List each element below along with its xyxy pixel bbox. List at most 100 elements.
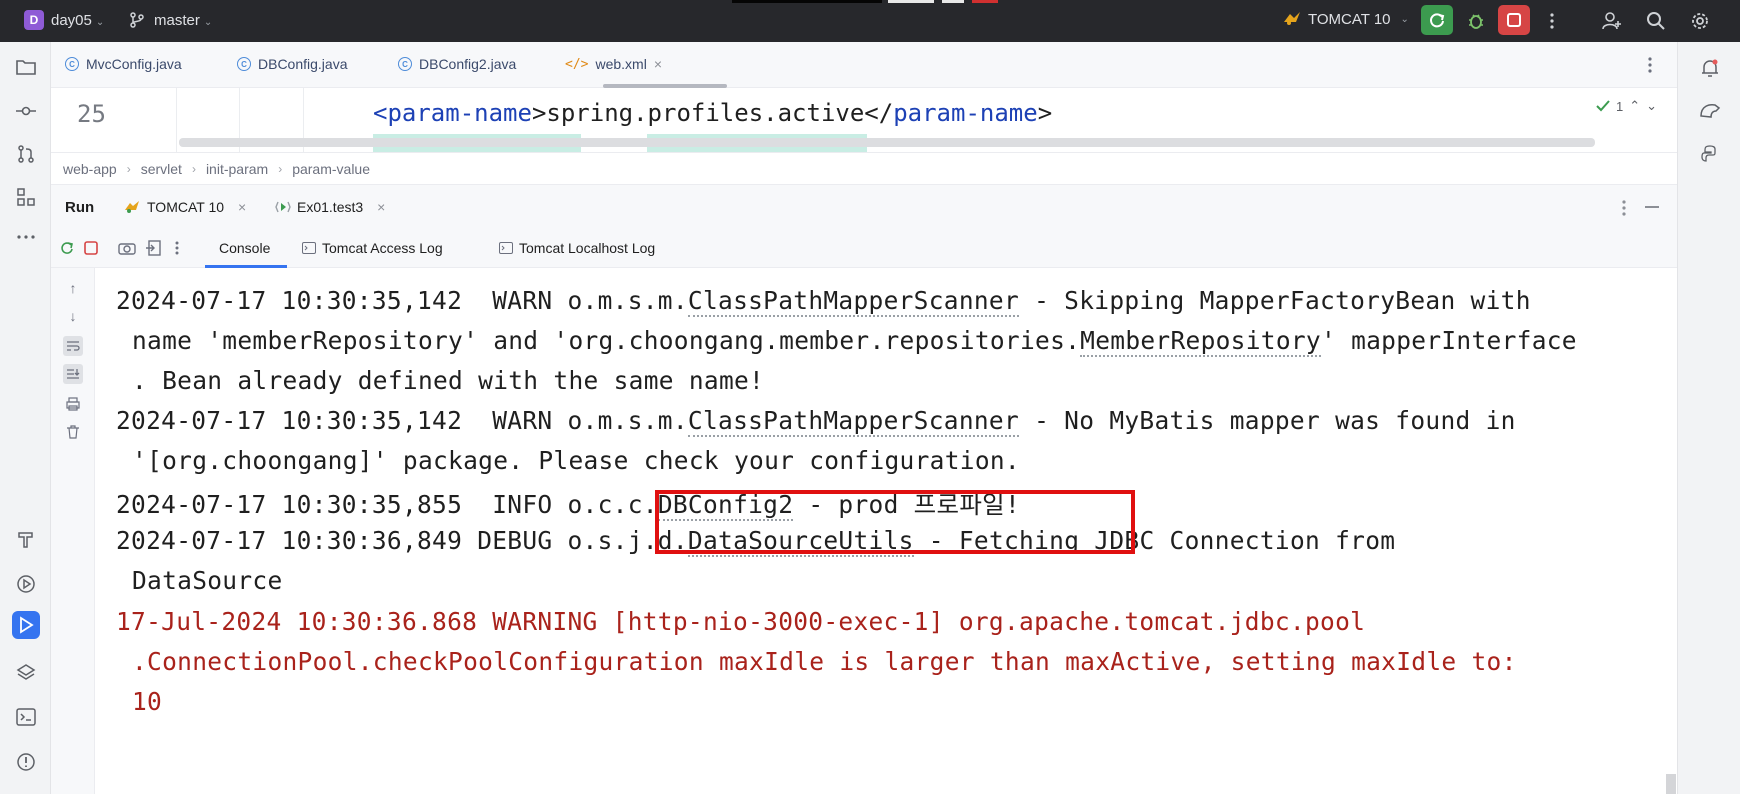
project-folder-icon[interactable] [15,56,37,78]
close-icon[interactable]: × [238,199,246,215]
log-text: - No MyBatis mapper was found in [1019,406,1516,435]
debug-icon[interactable] [1464,9,1488,33]
more-vertical-icon[interactable] [167,238,187,258]
window-strip [972,0,998,3]
stop-icon [1507,13,1521,27]
tab-tomcat-localhost-log[interactable]: Tomcat Localhost Log [499,240,655,256]
xml-tag-close: param-name [893,99,1038,127]
tab-label: web.xml [595,56,647,72]
breadcrumb-item[interactable]: servlet [141,161,182,177]
project-badge[interactable]: D [24,10,44,30]
run-tab-ex01[interactable]: Ex01.test3 × [275,199,385,215]
settings-gear-icon[interactable] [1688,9,1712,33]
stop-button[interactable] [1498,5,1530,35]
window-strip [888,0,934,3]
run-config-name: TOMCAT 10 [1308,10,1391,28]
console-tab-label: Console [219,240,271,256]
tab-web-xml[interactable]: </> web.xml × [565,56,662,72]
project-name: day05 [51,12,92,29]
chevron-down-icon[interactable]: ⌄ [1646,98,1657,114]
branch-name: master [154,12,200,29]
breadcrumb-item[interactable]: web-app [63,161,117,177]
tab-console[interactable]: Console [219,240,270,256]
close-icon[interactable]: × [377,199,385,215]
run-tab-label: TOMCAT 10 [147,199,225,215]
log-line: 2024-07-17 10:30:35,142 WARN o.m.s.m.Cla… [116,406,1516,437]
print-icon[interactable] [63,394,83,414]
terminal-icon[interactable] [15,706,37,728]
breadcrumb-item[interactable]: init-param [206,161,268,177]
layers-icon[interactable] [15,662,37,684]
trash-icon[interactable] [63,422,83,442]
search-icon[interactable] [1644,9,1668,33]
run-window-title: Run [65,199,95,216]
tag-bracket: > [531,99,547,127]
build-hammer-icon[interactable] [15,528,37,550]
console-tab-label: Tomcat Localhost Log [519,240,656,256]
notifications-bell-icon[interactable] [1698,56,1722,80]
tab-tomcat-access-log[interactable]: Tomcat Access Log [302,240,443,256]
log-text: 2024-07-17 10:30:35,142 WARN o.m.s.m. [116,406,688,435]
tab-dbconfig[interactable]: C DBConfig.java [237,56,348,72]
exit-icon[interactable] [143,238,163,258]
window-strip [942,0,964,3]
code-editor[interactable]: 25 <param-name>spring.profiles.active</p… [51,88,1677,152]
breadcrumb-item[interactable]: param-value [292,161,370,177]
class-link[interactable]: ClassPathMapperScanner [687,406,1020,437]
run-tab-tomcat[interactable]: TOMCAT 10 × [123,199,246,215]
camera-icon[interactable] [117,238,137,258]
project-selector[interactable]: day05 ⌄ [51,12,104,29]
horizontal-scrollbar[interactable] [179,138,1595,147]
class-icon: C [65,57,79,71]
terminal-icon [499,242,513,254]
tab-dbconfig2[interactable]: C DBConfig2.java [398,56,516,72]
problems-icon[interactable] [15,751,37,773]
class-link[interactable]: ClassPathMapperScanner [687,286,1020,317]
tab-mvcconfig[interactable]: C MvcConfig.java [65,56,182,72]
soft-wrap-icon[interactable] [63,336,83,356]
commit-icon[interactable] [15,100,37,122]
log-line-warning: .ConnectionPool.checkPoolConfiguration m… [132,647,1517,676]
inspections-widget[interactable]: 1 ⌃ ⌄ [1596,98,1657,114]
add-user-icon[interactable] [1600,9,1624,33]
services-icon[interactable] [15,573,37,595]
branch-selector[interactable]: master ⌄ [154,12,212,29]
structure-icon[interactable] [15,186,37,208]
rerun-icon[interactable] [57,238,77,258]
database-icon[interactable] [1698,99,1722,123]
stop-icon[interactable] [81,238,101,258]
run-options-icon[interactable] [1621,199,1627,222]
more-vertical-icon[interactable] [1540,9,1564,33]
pull-requests-icon[interactable] [15,143,37,165]
log-text: 2024-07-17 10:30:35,142 WARN o.m.s.m. [116,286,688,315]
console-toolbar: Console Tomcat Access Log Tomcat Localho… [51,228,1677,268]
arrow-up-icon[interactable]: ↑ [63,278,83,298]
chevron-right-icon: › [126,161,131,176]
log-text: name 'memberRepository' and 'org.choonga… [132,326,1081,355]
editor-tabs: C MvcConfig.java C DBConfig.java C DBCon… [51,42,1677,88]
arrow-down-icon[interactable]: ↓ [63,306,83,326]
run-tool-icon[interactable] [12,611,40,639]
rerun-button[interactable] [1421,5,1453,35]
minimize-icon[interactable] [1645,206,1659,208]
chevron-up-icon[interactable]: ⌃ [1629,98,1640,114]
run-config-selector[interactable]: TOMCAT 10 ⌄ [1282,10,1409,28]
tabs-more-icon[interactable] [1647,56,1653,79]
tab-label: DBConfig2.java [419,56,517,72]
tag-bracket: > [1037,99,1053,127]
console-side-toolbar: ↑ ↓ [51,268,95,794]
close-icon[interactable]: × [654,56,662,72]
vertical-scrollbar[interactable] [1666,774,1676,794]
class-icon: C [398,57,412,71]
left-tool-stripe [0,42,51,794]
tag-bracket: < [373,99,388,127]
more-horizontal-icon[interactable] [15,226,37,248]
tab-label: DBConfig.java [258,56,348,72]
git-branch-icon[interactable] [128,11,146,29]
run-tab-label: Ex01.test3 [297,199,364,215]
class-link[interactable]: MemberRepository [1080,326,1321,357]
scroll-to-end-icon[interactable] [63,364,83,384]
python-console-icon[interactable] [1698,142,1722,166]
log-text: 2024-07-17 10:30:35,855 INFO o.c.c. [116,490,658,519]
log-line: '[org.choongang]' package. Please check … [132,446,1020,475]
